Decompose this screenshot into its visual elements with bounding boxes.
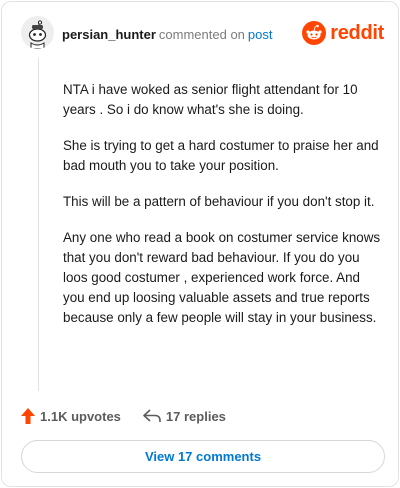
action-text: commented on bbox=[158, 27, 245, 42]
comment-card: persian_hunter commented on post reddit NT… bbox=[1, 1, 399, 487]
thread-line bbox=[38, 58, 39, 391]
comment-paragraph: This will be a pattern of behaviour if y… bbox=[63, 194, 375, 209]
upvote-count: 1.1K upvotes bbox=[40, 408, 121, 424]
upvote-button[interactable]: 1.1K upvotes bbox=[21, 408, 121, 424]
comment-paragraph: She is trying to get a hard costumer to … bbox=[63, 138, 379, 173]
username[interactable]: persian_hunter bbox=[62, 27, 156, 42]
user-avatar[interactable] bbox=[21, 16, 54, 49]
comment-meta: persian_hunter commented on post bbox=[62, 27, 273, 42]
comment-paragraph: NTA i have woked as senior flight attend… bbox=[63, 82, 358, 117]
reddit-snoo-icon bbox=[302, 21, 327, 45]
reply-count: 17 replies bbox=[165, 408, 226, 424]
comment-paragraph: Any one who read a book on costumer serv… bbox=[63, 230, 381, 325]
reddit-logo[interactable]: reddit bbox=[302, 19, 384, 47]
upvote-arrow-icon bbox=[21, 408, 35, 424]
comment-header: persian_hunter commented on post reddit bbox=[21, 16, 384, 54]
comment-body: NTA i have woked as senior flight attend… bbox=[63, 80, 383, 344]
comment-actions: 1.1K upvotes 17 replies bbox=[21, 405, 384, 427]
reddit-wordmark: reddit bbox=[330, 21, 384, 44]
replies-button[interactable]: 17 replies bbox=[143, 409, 226, 424]
snoo-avatar-icon bbox=[21, 16, 54, 49]
view-comments-button[interactable]: View 17 comments bbox=[21, 440, 385, 473]
reply-arrow-icon bbox=[143, 409, 161, 422]
post-link[interactable]: post bbox=[248, 27, 273, 42]
